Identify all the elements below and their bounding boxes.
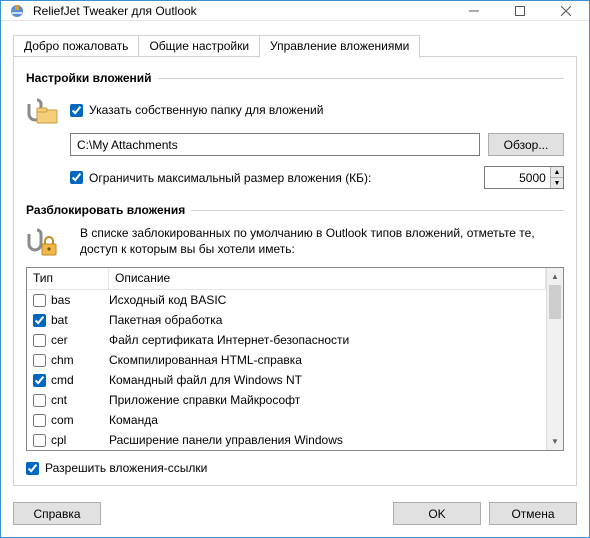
tab-general[interactable]: Общие настройки	[138, 35, 260, 57]
app-icon	[9, 3, 25, 19]
custom-folder-checkbox[interactable]: Указать собственную папку для вложений	[70, 103, 323, 117]
row-checkbox[interactable]	[33, 434, 46, 447]
row-desc: Пакетная обработка	[109, 313, 540, 327]
limit-size-checkbox-label: Ограничить максимальный размер вложения …	[89, 171, 371, 185]
row-ext: cnt	[51, 393, 67, 407]
scroll-thumb[interactable]	[549, 285, 561, 319]
tab-strip: Добро пожаловать Общие настройки Управле…	[13, 33, 577, 57]
group-rule	[191, 210, 564, 211]
cell-type: cmd	[33, 373, 109, 387]
group-label: Разблокировать вложения	[26, 203, 191, 217]
close-button[interactable]	[543, 1, 589, 20]
table-row[interactable]: com Команда	[27, 410, 546, 430]
cell-type: cer	[33, 333, 109, 347]
row-ext: cer	[51, 333, 68, 347]
scroll-down-button[interactable]: ▼	[547, 433, 563, 450]
unblock-description: В списке заблокированных по умолчанию в …	[80, 225, 564, 257]
scrollbar[interactable]: ▲ ▼	[546, 268, 563, 450]
unblock-desc-row: В списке заблокированных по умолчанию в …	[26, 225, 564, 259]
row-checkbox[interactable]	[33, 414, 46, 427]
blocked-types-list: Тип Описание bas Исходный код BASIC bat Пак…	[26, 267, 564, 451]
row-checkbox[interactable]	[33, 314, 46, 327]
client-area: Добро пожаловать Общие настройки Управле…	[1, 21, 589, 492]
allow-links-checkbox-label: Разрешить вложения-ссылки	[45, 461, 207, 475]
limit-size-spinner[interactable]: ▲ ▼	[484, 166, 564, 189]
row-desc: Скомпилированная HTML-справка	[109, 353, 540, 367]
limit-size-row: Ограничить максимальный размер вложения …	[70, 166, 564, 189]
cell-type: com	[33, 413, 109, 427]
browse-button[interactable]: Обзор...	[488, 133, 564, 156]
scroll-up-button[interactable]: ▲	[547, 268, 563, 285]
row-checkbox[interactable]	[33, 294, 46, 307]
allow-links-row: Разрешить вложения-ссылки	[26, 461, 564, 475]
tab-attachments[interactable]: Управление вложениями	[259, 35, 420, 58]
group-label: Настройки вложений	[26, 71, 158, 85]
custom-folder-checkbox-input[interactable]	[70, 104, 83, 117]
tab-welcome[interactable]: Добро пожаловать	[13, 35, 139, 57]
row-desc: Команда	[109, 413, 540, 427]
table-row[interactable]: cpl Расширение панели управления Windows	[27, 430, 546, 450]
folder-path-input[interactable]	[70, 133, 480, 156]
minimize-button[interactable]	[451, 1, 497, 20]
group-rule	[158, 78, 564, 79]
cell-type: bas	[33, 293, 109, 307]
table-row[interactable]: chm Скомпилированная HTML-справка	[27, 350, 546, 370]
limit-size-value[interactable]	[485, 171, 550, 185]
allow-links-checkbox[interactable]: Разрешить вложения-ссылки	[26, 461, 207, 475]
table-row[interactable]: bat Пакетная обработка	[27, 310, 546, 330]
row-desc: Файл сертификата Интернет-безопасности	[109, 333, 540, 347]
table-row[interactable]: cnt Приложение справки Майкрософт	[27, 390, 546, 410]
help-button[interactable]: Справка	[13, 502, 101, 525]
row-ext: cpl	[51, 433, 66, 447]
row-ext: bas	[51, 293, 70, 307]
column-type[interactable]: Тип	[27, 268, 109, 289]
row-checkbox[interactable]	[33, 334, 46, 347]
maximize-button[interactable]	[497, 1, 543, 20]
window-controls	[451, 1, 589, 20]
group-heading-attachments: Настройки вложений	[26, 71, 564, 85]
custom-folder-checkbox-label: Указать собственную папку для вложений	[89, 103, 323, 117]
folder-path-row: Обзор...	[70, 133, 564, 156]
cell-type: cnt	[33, 393, 109, 407]
attachment-folder-icon	[26, 93, 60, 127]
row-checkbox[interactable]	[33, 394, 46, 407]
cell-type: chm	[33, 353, 109, 367]
cancel-button[interactable]: Отмена	[489, 502, 577, 525]
window-title: ReliefJet Tweaker для Outlook	[33, 4, 451, 18]
spinner-up[interactable]: ▲	[551, 167, 563, 178]
spinner-down[interactable]: ▼	[551, 178, 563, 188]
footer: Справка OK Отмена	[1, 492, 589, 537]
app-window: ReliefJet Tweaker для Outlook Добро пожа…	[0, 0, 590, 538]
list-body: bas Исходный код BASIC bat Пакетная обработ…	[27, 290, 546, 450]
row-ext: cmd	[51, 373, 74, 387]
column-desc[interactable]: Описание	[109, 268, 546, 289]
row-desc: Приложение справки Майкрософт	[109, 393, 540, 407]
titlebar: ReliefJet Tweaker для Outlook	[1, 1, 589, 21]
limit-size-checkbox-input[interactable]	[70, 171, 83, 184]
list-scroll: Тип Описание bas Исходный код BASIC bat Пак…	[27, 268, 546, 450]
group-heading-unblock: Разблокировать вложения	[26, 203, 564, 217]
spinner-buttons: ▲ ▼	[550, 167, 563, 188]
row-desc: Расширение панели управления Windows	[109, 433, 540, 447]
row-checkbox[interactable]	[33, 374, 46, 387]
ok-button[interactable]: OK	[393, 502, 481, 525]
table-row[interactable]: bas Исходный код BASIC	[27, 290, 546, 310]
row-desc: Исходный код BASIC	[109, 293, 540, 307]
row-ext: bat	[51, 313, 68, 327]
row-ext: com	[51, 413, 74, 427]
list-header: Тип Описание	[27, 268, 546, 290]
allow-links-checkbox-input[interactable]	[26, 462, 39, 475]
tab-page-attachments: Настройки вложений Указать собственную п…	[13, 57, 577, 486]
cell-type: bat	[33, 313, 109, 327]
table-row[interactable]: cmd Командный файл для Windows NT	[27, 370, 546, 390]
row-checkbox[interactable]	[33, 354, 46, 367]
custom-folder-row: Указать собственную папку для вложений	[26, 93, 564, 127]
scroll-track[interactable]	[547, 285, 563, 433]
row-ext: chm	[51, 353, 74, 367]
cell-type: cpl	[33, 433, 109, 447]
limit-size-checkbox[interactable]: Ограничить максимальный размер вложения …	[70, 171, 476, 185]
table-row[interactable]: cer Файл сертификата Интернет-безопасност…	[27, 330, 546, 350]
row-desc: Командный файл для Windows NT	[109, 373, 540, 387]
attachment-lock-icon	[26, 225, 60, 259]
